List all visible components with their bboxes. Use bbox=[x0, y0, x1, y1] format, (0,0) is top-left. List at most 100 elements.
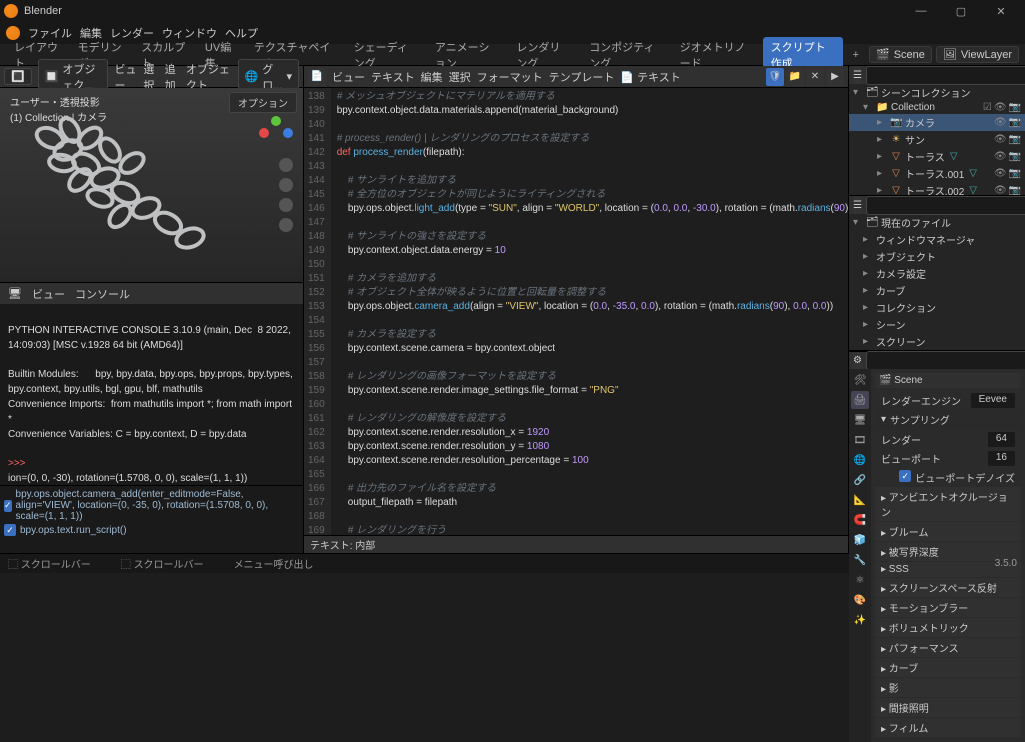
mesh-preview bbox=[10, 108, 250, 268]
property-panel[interactable]: ▸ 間接照明 bbox=[875, 698, 1021, 717]
folder-icon[interactable]: 📁 bbox=[786, 68, 804, 86]
editor-type-icon[interactable]: 📄 bbox=[308, 68, 326, 86]
version-label: 3.5.0 bbox=[995, 558, 1017, 569]
property-tab[interactable]: 🛠 bbox=[851, 371, 869, 389]
run-script-button[interactable]: ▶ bbox=[826, 68, 844, 86]
property-panel[interactable]: ▸ 影 bbox=[875, 678, 1021, 697]
viewport-samples[interactable]: 16 bbox=[988, 451, 1015, 466]
text-selector[interactable]: 📄 テキスト bbox=[620, 69, 680, 85]
property-tab[interactable]: 🖥 bbox=[851, 411, 869, 429]
file-item[interactable]: ▸コレクション bbox=[849, 299, 1025, 316]
property-tab[interactable]: 🎞 bbox=[851, 431, 869, 449]
info-area: ✓bpy.ops.object.camera_add(enter_editmod… bbox=[0, 485, 303, 553]
eye-icon[interactable]: 👁 bbox=[994, 117, 1007, 128]
property-tab[interactable]: 🎨 bbox=[851, 591, 869, 609]
property-panel[interactable]: ▸ スクリーンスペース反射 bbox=[875, 578, 1021, 597]
editor-type-icon[interactable]: 🔳 bbox=[4, 68, 32, 85]
editor-type-icon[interactable]: ⚙ bbox=[853, 352, 862, 370]
scene-collection[interactable]: シーンコレクション bbox=[881, 85, 971, 100]
property-tab[interactable]: 🧲 bbox=[851, 511, 869, 529]
maximize-button[interactable]: ▢ bbox=[941, 0, 981, 22]
property-tab[interactable]: 🧊 bbox=[851, 531, 869, 549]
render-samples[interactable]: 64 bbox=[988, 432, 1015, 447]
collection[interactable]: Collection bbox=[891, 102, 935, 113]
property-panel[interactable]: ▸ カーブ bbox=[875, 658, 1021, 677]
outliner-filter[interactable] bbox=[866, 66, 1025, 85]
file-item[interactable]: ▸シーン bbox=[849, 316, 1025, 333]
file-item[interactable]: ▸ウィンドウマネージャ bbox=[849, 231, 1025, 248]
editor-type-icon[interactable]: 🖥 bbox=[8, 287, 22, 300]
texteditor-menu[interactable]: テキスト bbox=[371, 69, 415, 85]
view-menu[interactable]: ビュー bbox=[32, 286, 65, 302]
3d-viewport[interactable]: オプション ユーザー・透視投影 (1) Collection | カメラ bbox=[0, 88, 303, 282]
close-icon[interactable]: ✕ bbox=[806, 68, 824, 86]
props-filter[interactable] bbox=[866, 351, 1025, 370]
minimize-button[interactable]: — bbox=[901, 0, 941, 22]
property-tab[interactable]: ⚛ bbox=[851, 571, 869, 589]
outliner-item[interactable]: ▸▽トーラス.002▽👁📷 bbox=[849, 182, 1025, 196]
checkbox-icon[interactable]: ☑ bbox=[983, 102, 992, 113]
nav-gizmo[interactable] bbox=[259, 116, 293, 150]
property-tab[interactable]: 🔗 bbox=[851, 471, 869, 489]
current-file[interactable]: 現在のファイル bbox=[881, 215, 951, 230]
eye-icon[interactable]: 👁 bbox=[994, 185, 1007, 196]
outliner-item[interactable]: ▸▽トーラス▽👁📷 bbox=[849, 148, 1025, 165]
texteditor-menu[interactable]: 選択 bbox=[449, 69, 471, 85]
move-icon[interactable] bbox=[279, 178, 293, 192]
texteditor-menu[interactable]: テンプレート bbox=[549, 69, 615, 85]
text-editor[interactable]: 138 139 140 141 142 143 144 145 146 147 … bbox=[304, 88, 848, 535]
editor-type-icon[interactable]: ☰ bbox=[853, 196, 862, 214]
check-icon: ✓ bbox=[4, 500, 12, 512]
zoom-icon[interactable] bbox=[279, 158, 293, 172]
eye-icon[interactable]: 👁 bbox=[994, 102, 1007, 113]
texteditor-menu[interactable]: フォーマット bbox=[477, 69, 543, 85]
denoise-checkbox[interactable]: ✓ bbox=[899, 470, 911, 482]
console-menu[interactable]: コンソール bbox=[75, 286, 130, 302]
camera-icon[interactable]: 📷 bbox=[1009, 168, 1021, 179]
file-filter[interactable] bbox=[866, 196, 1025, 215]
scene-breadcrumb[interactable]: 🎬 Scene bbox=[875, 373, 1021, 388]
outliner-item[interactable]: ▸☀サン👁📷 bbox=[849, 131, 1025, 148]
viewlayer-selector[interactable]: 🖼 ViewLayer bbox=[936, 46, 1019, 63]
property-panel[interactable]: ▸ フィルム bbox=[875, 718, 1021, 737]
file-item[interactable]: ▸オブジェクト bbox=[849, 248, 1025, 265]
property-tab[interactable]: 🔧 bbox=[851, 551, 869, 569]
info-log: bpy.ops.text.run_script() bbox=[20, 525, 127, 536]
file-item[interactable]: ▸スクリーン bbox=[849, 333, 1025, 350]
outliner-item[interactable]: ▸📷カメラ👁📷 bbox=[849, 114, 1025, 131]
editor-type-icon[interactable]: ☰ bbox=[853, 66, 862, 84]
property-panel[interactable]: ▸ ボリュメトリック bbox=[875, 618, 1021, 637]
python-console[interactable]: PYTHON INTERACTIVE CONSOLE 3.10.9 (main,… bbox=[0, 304, 303, 485]
property-tab[interactable]: 🌐 bbox=[851, 451, 869, 469]
grid-icon[interactable] bbox=[279, 218, 293, 232]
camera-icon[interactable]: 📷 bbox=[1009, 102, 1021, 113]
outliner-item[interactable]: ▸▽トーラス.001▽👁📷 bbox=[849, 165, 1025, 182]
property-tab[interactable]: 🖨 bbox=[851, 391, 869, 409]
property-panel[interactable]: ▸ ブルーム bbox=[875, 522, 1021, 541]
camera-icon[interactable]: 📷 bbox=[1009, 185, 1021, 196]
close-button[interactable]: ✕ bbox=[981, 0, 1021, 22]
property-tab[interactable]: 📐 bbox=[851, 491, 869, 509]
workspace-tab[interactable]: + bbox=[845, 47, 867, 63]
denoise-label: ビューポートデノイズ bbox=[915, 470, 1015, 485]
file-item[interactable]: ▸カーブ bbox=[849, 282, 1025, 299]
panel-sampling[interactable]: ▾ サンプリング bbox=[875, 410, 1021, 429]
property-panel[interactable]: ▸ モーションブラー bbox=[875, 598, 1021, 617]
camera-icon[interactable]: 📷 bbox=[1009, 117, 1021, 128]
camera-icon[interactable]: 📷 bbox=[1009, 151, 1021, 162]
property-panel[interactable]: ▸ パフォーマンス bbox=[875, 638, 1021, 657]
property-panel[interactable]: ▸ アンビエントオクルージョン bbox=[875, 487, 1021, 521]
viewport-header: 🔳 🔲 オブジェク... ビュー 選択 追加 オブジェクト 🌐 グロ... ▾ bbox=[0, 66, 303, 88]
eye-icon[interactable]: 👁 bbox=[994, 151, 1007, 162]
camera-icon[interactable] bbox=[279, 198, 293, 212]
shield-icon[interactable]: 🛡 bbox=[766, 68, 784, 86]
property-tab[interactable]: ✨ bbox=[851, 611, 869, 629]
texteditor-menu[interactable]: 編集 bbox=[421, 69, 443, 85]
engine-selector[interactable]: Eevee bbox=[971, 393, 1015, 408]
eye-icon[interactable]: 👁 bbox=[994, 134, 1007, 145]
texteditor-menu[interactable]: ビュー bbox=[332, 69, 365, 85]
file-item[interactable]: ▸カメラ設定 bbox=[849, 265, 1025, 282]
camera-icon[interactable]: 📷 bbox=[1009, 134, 1021, 145]
eye-icon[interactable]: 👁 bbox=[994, 168, 1007, 179]
scene-selector[interactable]: 🎬 Scene bbox=[869, 46, 932, 63]
